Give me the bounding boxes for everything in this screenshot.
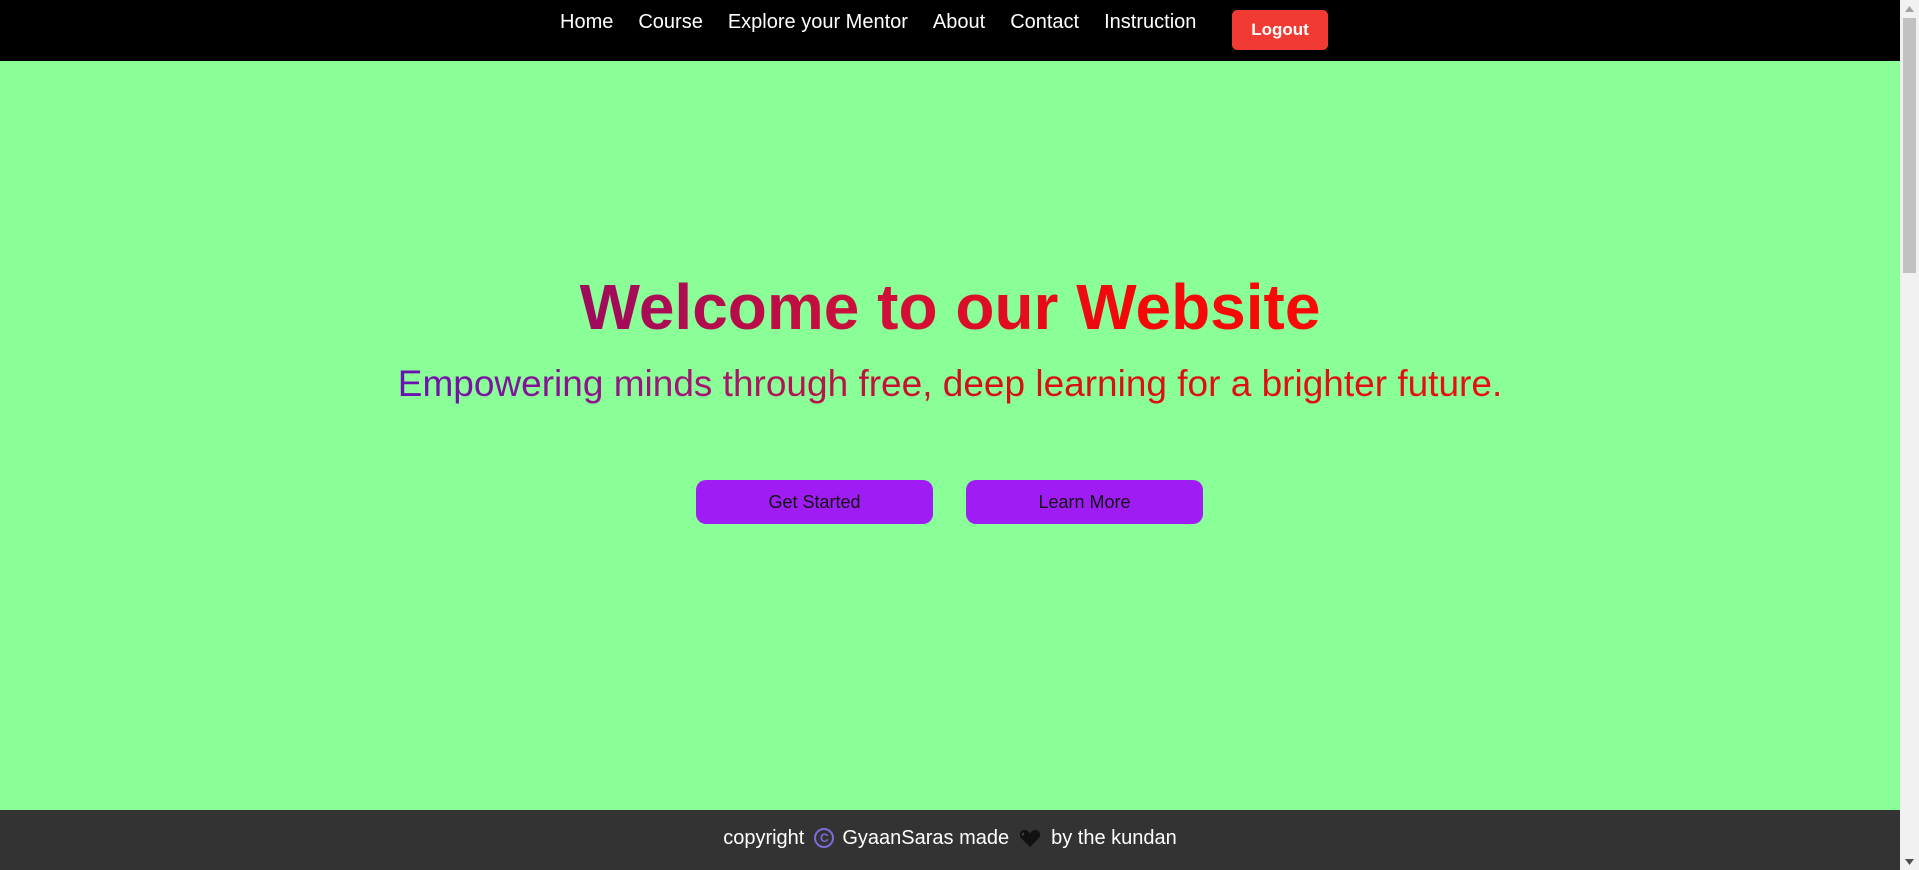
footer-copyright-label: copyright xyxy=(723,826,805,849)
nav-link-explore-mentor[interactable]: Explore your Mentor xyxy=(728,11,908,34)
hero-subtitle-text: Empowering minds through free, deep lear… xyxy=(397,363,1503,404)
navbar: Home Course Explore your Mentor About Co… xyxy=(0,0,1900,61)
footer-brand-text: GyaanSaras made xyxy=(842,826,1010,849)
hero-title: Welcome to our Website xyxy=(0,267,1900,347)
footer-content: copyright C GyaanSaras made by the kunda… xyxy=(0,810,1900,866)
scroll-thumb[interactable] xyxy=(1903,18,1916,273)
copyright-icon: C xyxy=(814,828,835,848)
nav-link-contact[interactable]: Contact xyxy=(1010,11,1079,34)
logout-button[interactable]: Logout xyxy=(1232,10,1328,50)
nav-link-course[interactable]: Course xyxy=(638,11,702,34)
learn-more-button[interactable]: Learn More xyxy=(966,480,1203,524)
footer-author-text: by the kundan xyxy=(1051,826,1177,849)
nav-links: Home Course Explore your Mentor About Co… xyxy=(560,0,1221,44)
page: Home Course Explore your Mentor About Co… xyxy=(0,0,1900,870)
hero-title-text: Welcome to our Website xyxy=(579,271,1321,343)
nav-link-instruction[interactable]: Instruction xyxy=(1104,11,1196,34)
footer: copyright C GyaanSaras made by the kunda… xyxy=(0,810,1900,870)
heart-icon xyxy=(1019,828,1041,848)
get-started-button[interactable]: Get Started xyxy=(696,480,933,524)
vertical-scrollbar[interactable] xyxy=(1900,0,1919,870)
scroll-up-arrow-icon[interactable] xyxy=(1900,0,1919,17)
scroll-down-arrow-icon[interactable] xyxy=(1900,853,1919,870)
nav-link-about[interactable]: About xyxy=(933,11,985,34)
nav-link-home[interactable]: Home xyxy=(560,11,613,34)
hero-subtitle: Empowering minds through free, deep lear… xyxy=(0,360,1900,408)
